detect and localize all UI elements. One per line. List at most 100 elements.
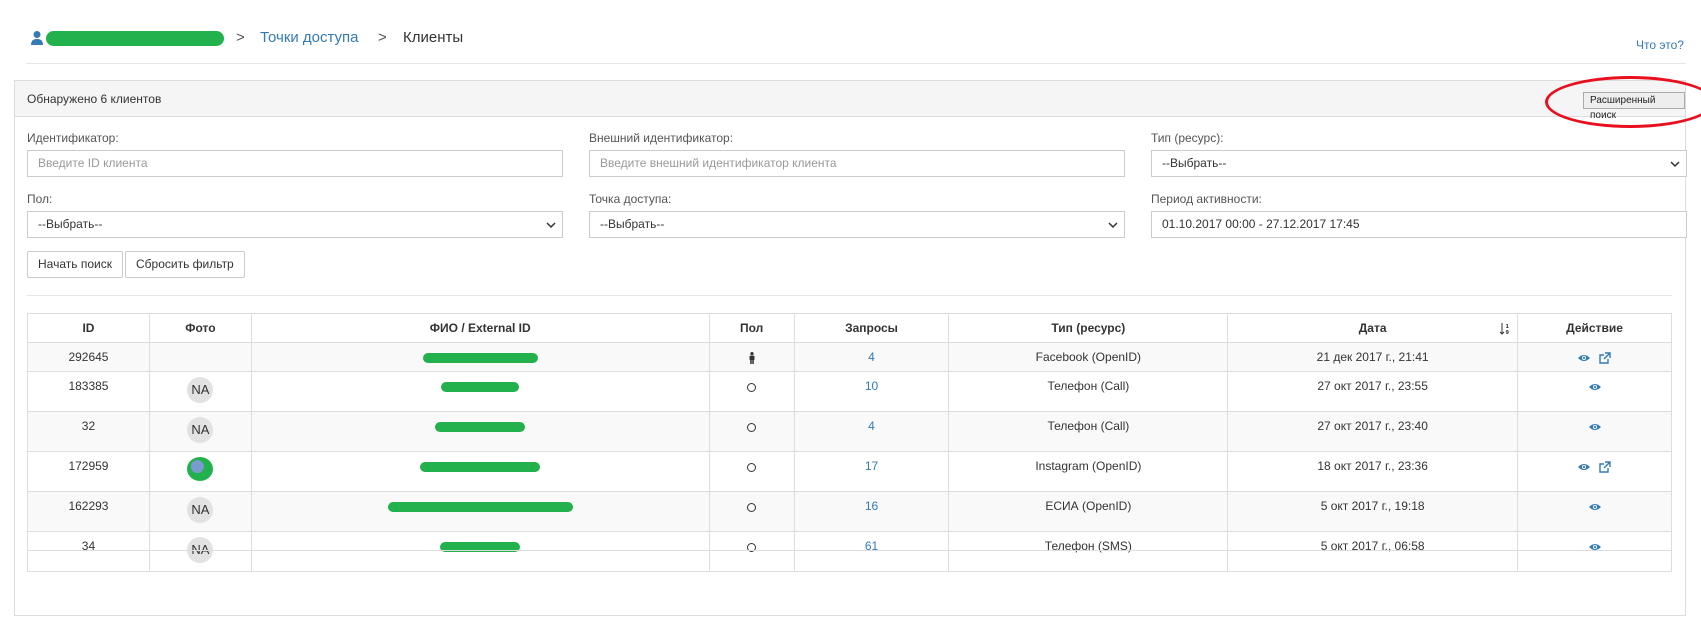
col-name[interactable]: ФИО / External ID <box>250 313 710 343</box>
cell-name <box>250 342 710 372</box>
eye-icon[interactable] <box>1577 461 1591 473</box>
name-redacted <box>441 382 520 392</box>
col-gender[interactable]: Пол <box>708 313 795 343</box>
cell-type: Телефон (Call) <box>948 411 1229 452</box>
cell-requests[interactable]: 16 <box>793 491 950 532</box>
breadcrumb-access-points[interactable]: Точки доступа <box>260 29 359 46</box>
reset-filter-button[interactable]: Сбросить фильтр <box>125 251 245 278</box>
cell-gender <box>708 342 795 372</box>
cell-requests[interactable]: 17 <box>793 451 950 492</box>
name-redacted <box>387 502 573 512</box>
breadcrumb: > Точки доступа > Клиенты <box>26 26 1686 64</box>
help-link[interactable]: Что это? <box>1636 38 1684 52</box>
cell-type: Телефон (SMS) <box>948 531 1229 572</box>
cell-requests[interactable]: 10 <box>793 371 950 412</box>
cell-photo: NA <box>148 411 252 452</box>
cell-action <box>1517 531 1672 572</box>
type-select[interactable]: --Выбрать-- <box>1151 150 1687 177</box>
cell-action <box>1517 342 1672 372</box>
type-select-value: --Выбрать-- <box>1162 156 1227 170</box>
col-id[interactable]: ID <box>27 313 150 343</box>
breadcrumb-separator: > <box>378 29 387 46</box>
cell-photo <box>148 342 252 372</box>
cell-date: 27 окт 2017 г., 23:40 <box>1227 411 1519 452</box>
cell-requests[interactable]: 4 <box>793 342 950 372</box>
cell-name <box>250 451 710 492</box>
clients-table: ID Фото ФИО / External ID Пол Запросы Ти… <box>27 313 1672 572</box>
eye-icon[interactable] <box>1577 352 1591 364</box>
period-input[interactable]: 01.10.2017 00:00 - 27.12.2017 17:45 <box>1151 211 1687 238</box>
cell-id: 34 <box>27 531 150 572</box>
col-date-label: Дата <box>1358 321 1387 335</box>
access-point-select[interactable]: --Выбрать-- <box>589 211 1125 238</box>
eye-icon[interactable] <box>1588 381 1602 393</box>
cell-requests[interactable]: 4 <box>793 411 950 452</box>
name-redacted <box>435 422 526 432</box>
col-photo[interactable]: Фото <box>148 313 252 343</box>
requests-link[interactable]: 4 <box>868 419 875 433</box>
cell-action <box>1517 451 1672 492</box>
clients-count: Обнаружено 6 клиентов <box>27 92 162 106</box>
requests-link[interactable]: 4 <box>868 350 875 364</box>
id-label: Идентификатор: <box>27 131 119 145</box>
external-id-input[interactable]: Введите внешний идентификатор клиента <box>589 150 1125 177</box>
cell-date: 18 окт 2017 г., 23:36 <box>1227 451 1519 492</box>
id-input[interactable]: Введите ID клиента <box>27 150 563 177</box>
name-redacted <box>420 462 541 472</box>
cell-date: 5 окт 2017 г., 19:18 <box>1227 491 1519 532</box>
cell-action <box>1517 491 1672 532</box>
cell-id: 162293 <box>27 491 150 532</box>
access-point-label: Точка доступа: <box>589 192 672 206</box>
cell-gender <box>708 531 795 572</box>
cell-name <box>250 371 710 412</box>
circle-icon <box>747 503 757 513</box>
cell-name <box>250 531 710 572</box>
external-id-label: Внешний идентификатор: <box>589 131 734 145</box>
cell-id: 292645 <box>27 342 150 372</box>
cell-photo: NA <box>148 531 252 572</box>
table-row[interactable]: 162293 NA 16 ЕСИА (OpenID) 5 окт 2017 г.… <box>27 491 1672 532</box>
cell-requests[interactable]: 61 <box>793 531 950 572</box>
requests-link[interactable]: 17 <box>865 459 878 473</box>
table-row[interactable]: 292645 4 Facebook (OpenID) 21 дек 2017 г… <box>27 342 1672 372</box>
requests-link[interactable]: 16 <box>865 499 878 513</box>
sort-icon[interactable]: 1 9 <box>1499 322 1511 336</box>
male-icon <box>749 351 755 364</box>
advanced-search-button[interactable]: Расширенный поиск <box>1583 92 1685 121</box>
type-label: Тип (ресурс): <box>1151 131 1224 145</box>
svg-text:9: 9 <box>1506 330 1510 336</box>
external-link-icon[interactable] <box>1598 352 1612 364</box>
cell-id: 183385 <box>27 371 150 412</box>
col-requests[interactable]: Запросы <box>793 313 950 343</box>
circle-icon <box>747 383 757 393</box>
eye-icon[interactable] <box>1588 421 1602 433</box>
table-header-row: ID Фото ФИО / External ID Пол Запросы Ти… <box>27 313 1672 343</box>
table-row[interactable]: 172959 17 Instagram (OpenID) 18 окт 2017… <box>27 451 1672 492</box>
gender-select[interactable]: --Выбрать-- <box>27 211 563 238</box>
external-link-icon[interactable] <box>1598 461 1612 473</box>
cell-date: 27 окт 2017 г., 23:55 <box>1227 371 1519 412</box>
chevron-down-icon <box>546 222 556 229</box>
cell-photo <box>148 451 252 492</box>
eye-icon[interactable] <box>1588 501 1602 513</box>
divider <box>27 295 1672 296</box>
cell-photo: NA <box>148 371 252 412</box>
col-date[interactable]: Дата 1 9 <box>1227 313 1519 343</box>
avatar: NA <box>187 417 214 443</box>
cell-gender <box>708 411 795 452</box>
col-action[interactable]: Действие <box>1517 313 1672 343</box>
table-row[interactable]: 32 NA 4 Телефон (Call) 27 окт 2017 г., 2… <box>27 411 1672 452</box>
chevron-down-icon <box>1108 222 1118 229</box>
table-row[interactable]: 34 NA 61 Телефон (SMS) 5 окт 2017 г., 06… <box>27 531 1672 572</box>
table-footer <box>27 539 1672 551</box>
user-name-redacted[interactable] <box>46 31 224 46</box>
table-row[interactable]: 183385 NA 10 Телефон (Call) 27 окт 2017 … <box>27 371 1672 412</box>
name-redacted <box>422 353 538 363</box>
col-type[interactable]: Тип (ресурс) <box>948 313 1229 343</box>
cell-gender <box>708 371 795 412</box>
search-button[interactable]: Начать поиск <box>27 251 123 278</box>
user-icon <box>31 31 43 45</box>
cell-type: Facebook (OpenID) <box>948 342 1229 372</box>
cell-date: 5 окт 2017 г., 06:58 <box>1227 531 1519 572</box>
requests-link[interactable]: 10 <box>865 379 878 393</box>
